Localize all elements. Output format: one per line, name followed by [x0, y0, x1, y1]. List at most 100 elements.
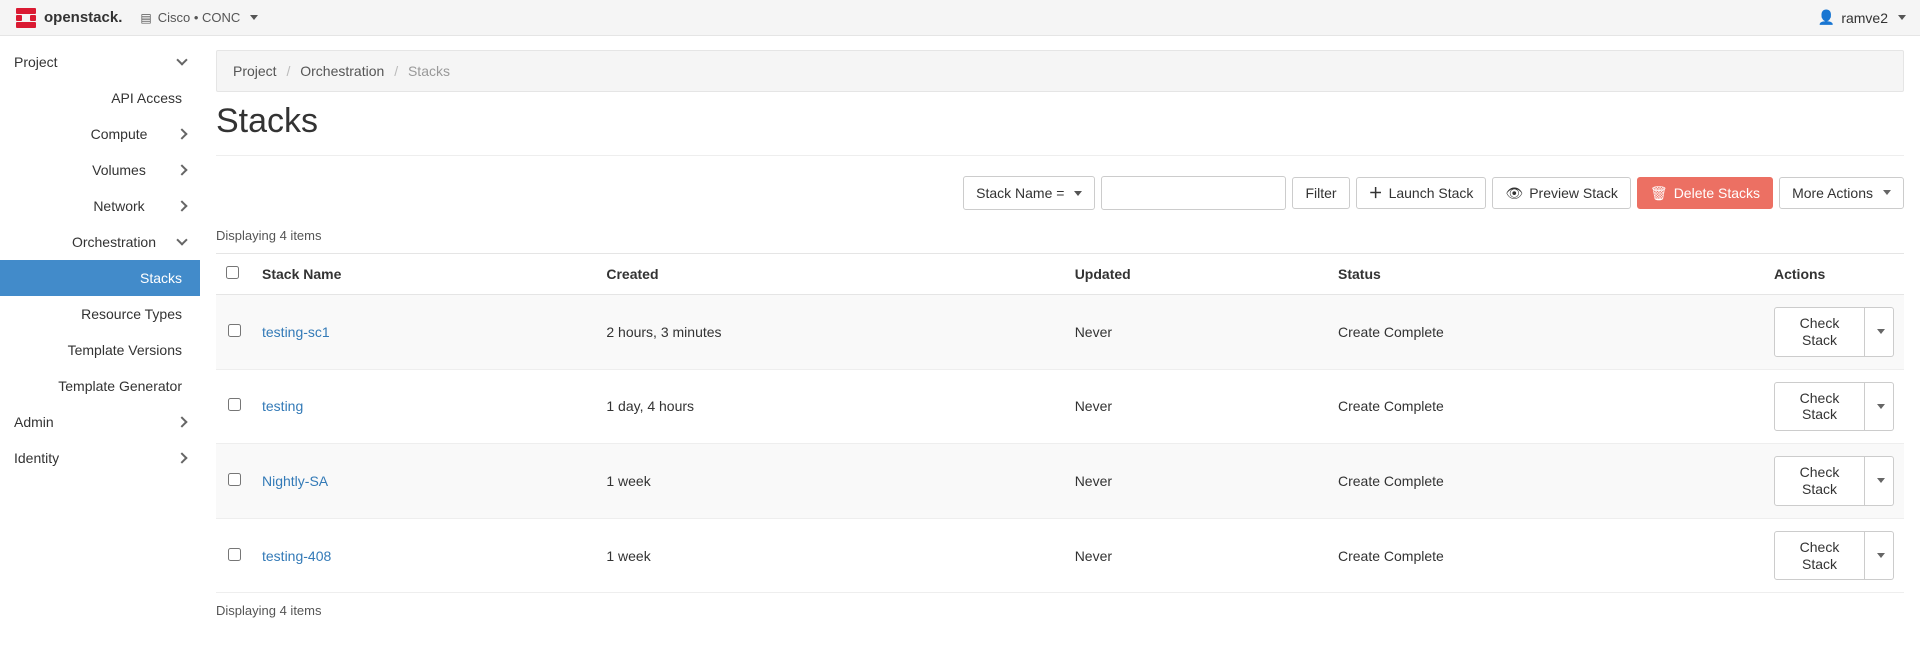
table-row: Nightly-SA1 weekNeverCreate CompleteChec…: [216, 444, 1904, 519]
action-bar: Stack Name = Filter ＋ Launch Stack 👁 Pre…: [216, 176, 1904, 210]
sidebar-item-label: Resource Types: [81, 306, 182, 322]
button-label: Check Stack: [1787, 315, 1852, 349]
caret-down-icon: [1877, 404, 1885, 409]
sidebar-item-label: API Access: [111, 90, 182, 106]
plus-icon: ＋: [1369, 185, 1383, 202]
chevron-right-icon: [178, 127, 186, 141]
row-checkbox[interactable]: [228, 324, 241, 337]
sidebar-item-template-generator[interactable]: Template Generator: [0, 368, 200, 404]
sidebar-item-stacks[interactable]: Stacks: [0, 260, 200, 296]
sidebar-item-identity[interactable]: Identity: [0, 440, 200, 476]
sidebar-item-label: Compute: [91, 126, 148, 142]
button-label: Launch Stack: [1389, 185, 1474, 202]
sidebar-item-volumes[interactable]: Volumes: [0, 152, 200, 188]
header-actions: Actions: [1764, 254, 1904, 295]
header-stack-name[interactable]: Stack Name: [252, 254, 596, 295]
caret-down-icon: [1877, 553, 1885, 558]
cell-created: 2 hours, 3 minutes: [596, 295, 1064, 370]
row-actions-dropdown[interactable]: [1865, 307, 1894, 357]
button-label: Delete Stacks: [1674, 185, 1760, 202]
row-checkbox[interactable]: [228, 473, 241, 486]
title-divider: [216, 155, 1904, 156]
chevron-right-icon: [178, 163, 186, 177]
sidebar-item-resource-types[interactable]: Resource Types: [0, 296, 200, 332]
sidebar-item-label: Volumes: [92, 162, 146, 178]
delete-stacks-button[interactable]: 🗑 Delete Stacks: [1637, 177, 1773, 210]
button-label: Check Stack: [1787, 464, 1852, 498]
check-stack-button[interactable]: Check Stack: [1774, 307, 1865, 357]
cell-updated: Never: [1065, 444, 1328, 519]
cell-created: 1 week: [596, 518, 1064, 593]
sidebar-item-orchestration[interactable]: Orchestration: [0, 224, 200, 260]
sidebar-item-label: Template Generator: [58, 378, 182, 394]
sidebar-item-project[interactable]: Project: [0, 44, 200, 80]
header-status[interactable]: Status: [1328, 254, 1764, 295]
breadcrumb-orchestration[interactable]: Orchestration: [300, 63, 384, 79]
project-selector[interactable]: ▤ Cisco • CONC: [140, 10, 258, 25]
row-actions-dropdown[interactable]: [1865, 382, 1894, 432]
row-checkbox[interactable]: [228, 548, 241, 561]
check-stack-button[interactable]: Check Stack: [1774, 382, 1865, 432]
user-icon: 👤: [1818, 9, 1835, 26]
stack-name-link[interactable]: Nightly-SA: [262, 473, 328, 489]
chevron-right-icon: [178, 451, 186, 465]
trash-icon: 🗑: [1650, 185, 1668, 202]
sidebar-item-api-access[interactable]: API Access: [0, 80, 200, 116]
table-header-row: Stack Name Created Updated Status Action…: [216, 254, 1904, 295]
filter-input[interactable]: [1101, 176, 1286, 210]
user-name: ramve2: [1841, 10, 1888, 26]
sidebar-item-template-versions[interactable]: Template Versions: [0, 332, 200, 368]
sidebar-item-label: Template Versions: [68, 342, 182, 358]
button-label: Check Stack: [1787, 390, 1852, 424]
stack-name-link[interactable]: testing-sc1: [262, 324, 330, 340]
sidebar-item-network[interactable]: Network: [0, 188, 200, 224]
stack-name-link[interactable]: testing: [262, 398, 303, 414]
table-row: testing-4081 weekNeverCreate CompleteChe…: [216, 518, 1904, 593]
chevron-down-icon: [178, 55, 186, 69]
top-navbar: openstack. ▤ Cisco • CONC 👤 ramve2: [0, 0, 1920, 36]
table-row: testing-sc12 hours, 3 minutesNeverCreate…: [216, 295, 1904, 370]
stack-name-link[interactable]: testing-408: [262, 548, 331, 564]
cell-status: Create Complete: [1328, 295, 1764, 370]
chevron-right-icon: [178, 415, 186, 429]
launch-stack-button[interactable]: ＋ Launch Stack: [1356, 177, 1487, 210]
brand-text: openstack.: [44, 9, 122, 26]
brand-logo[interactable]: openstack.: [14, 6, 122, 30]
row-actions-dropdown[interactable]: [1865, 531, 1894, 581]
select-all-checkbox[interactable]: [226, 266, 239, 279]
caret-down-icon: [1883, 190, 1891, 195]
item-count-bottom: Displaying 4 items: [216, 603, 1904, 618]
breadcrumb-project[interactable]: Project: [233, 63, 277, 79]
sidebar-item-compute[interactable]: Compute: [0, 116, 200, 152]
user-menu[interactable]: 👤 ramve2: [1818, 9, 1906, 26]
sidebar-item-label: Orchestration: [72, 234, 156, 250]
cell-status: Create Complete: [1328, 369, 1764, 444]
sidebar-item-label: Stacks: [140, 270, 182, 286]
sidebar-item-admin[interactable]: Admin: [0, 404, 200, 440]
header-created[interactable]: Created: [596, 254, 1064, 295]
header-updated[interactable]: Updated: [1065, 254, 1328, 295]
navbar-left: openstack. ▤ Cisco • CONC: [14, 6, 258, 30]
filter-field-label: Stack Name =: [976, 185, 1064, 201]
preview-stack-button[interactable]: 👁 Preview Stack: [1492, 177, 1630, 210]
caret-down-icon: [250, 15, 258, 20]
sidebar-item-label: Project: [14, 54, 58, 70]
breadcrumb: Project / Orchestration / Stacks: [216, 50, 1904, 92]
row-actions-dropdown[interactable]: [1865, 456, 1894, 506]
cell-status: Create Complete: [1328, 444, 1764, 519]
check-stack-button[interactable]: Check Stack: [1774, 456, 1865, 506]
openstack-logo-icon: [14, 6, 38, 30]
sidebar-item-label: Admin: [14, 414, 54, 430]
filter-button[interactable]: Filter: [1292, 177, 1349, 210]
filter-field-select[interactable]: Stack Name =: [963, 176, 1095, 210]
cell-updated: Never: [1065, 518, 1328, 593]
breadcrumb-current: Stacks: [408, 63, 450, 79]
more-actions-button[interactable]: More Actions: [1779, 177, 1904, 210]
header-select-all: [216, 254, 252, 295]
row-checkbox[interactable]: [228, 398, 241, 411]
chevron-down-icon: [178, 235, 186, 249]
caret-down-icon: [1898, 15, 1906, 20]
button-label: More Actions: [1792, 185, 1873, 202]
check-stack-button[interactable]: Check Stack: [1774, 531, 1865, 581]
page-title: Stacks: [216, 102, 1904, 141]
